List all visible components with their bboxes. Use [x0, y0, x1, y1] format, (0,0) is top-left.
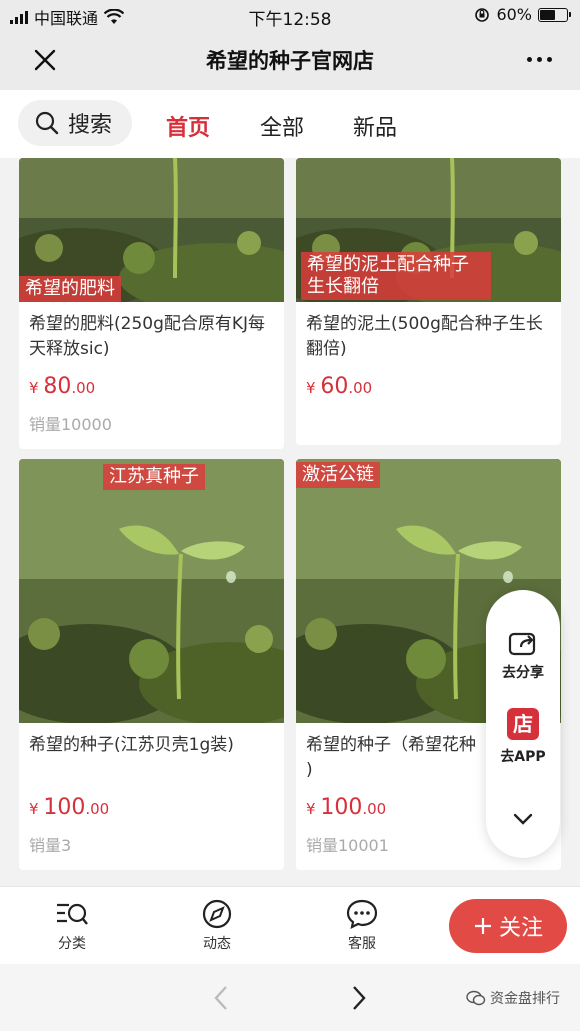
product-price: ¥ 80.00 [29, 374, 96, 399]
product-price: ¥ 100.00 [29, 795, 110, 820]
tab-new[interactable]: 新品 [353, 110, 397, 142]
battery-fill [540, 9, 555, 20]
share-button[interactable]: 去分享 [486, 630, 560, 682]
product-price: ¥ 60.00 [306, 374, 373, 399]
bottom-toolbar: 分类 动态 客服 关注 [0, 886, 580, 964]
open-app-button[interactable]: 店 去APP [486, 708, 560, 766]
product-name: 希望的泥土(500g配合种子生长翻倍) [306, 314, 543, 359]
product-image: 江苏真种子 [19, 459, 284, 723]
product-image: 希望的肥料 [19, 158, 284, 302]
product-sales: 销量10000 [29, 415, 112, 434]
forward-icon[interactable] [350, 984, 368, 1012]
search-icon [35, 111, 59, 135]
category-icon [57, 903, 88, 925]
status-right: 60% [474, 5, 571, 24]
floating-action-panel: 去分享 店 去APP [486, 590, 560, 858]
follow-button[interactable]: 关注 [449, 899, 567, 953]
wechat-icon [466, 990, 486, 1006]
search-button[interactable]: 搜索 [18, 100, 132, 146]
product-tag: 江苏真种子 [103, 464, 205, 490]
battery-icon [538, 7, 571, 22]
product-card[interactable]: 希望的泥土配合种子生长翻倍 希望的泥土(500g配合种子生长翻倍) ¥ 60.0… [296, 158, 561, 445]
share-icon [508, 632, 536, 656]
shop-nav: 搜索 首页 全部 新品 [0, 90, 580, 158]
page-title: 希望的种子官网店 [206, 49, 374, 73]
more-icon[interactable] [527, 57, 552, 62]
product-tag: 希望的肥料 [19, 276, 121, 302]
customer-service-button[interactable]: 客服 [322, 899, 402, 953]
status-bar: 中国联通 下午12:58 60% [0, 0, 580, 30]
chat-icon [346, 899, 378, 929]
chevron-down-icon[interactable] [512, 812, 534, 826]
feed-button[interactable]: 动态 [177, 899, 257, 953]
plus-icon [474, 918, 491, 934]
back-icon[interactable] [212, 984, 230, 1012]
product-tag: 激活公链 [296, 462, 380, 488]
browser-toolbar: 资金盘排行 [0, 964, 580, 1031]
category-button[interactable]: 分类 [32, 899, 112, 953]
tab-home[interactable]: 首页 [166, 110, 210, 142]
compass-icon [202, 899, 232, 929]
title-bar: 希望的种子官网店 [0, 30, 580, 90]
product-card[interactable]: 江苏真种子 希望的种子(江苏贝壳1g装) ¥ 100.00 销量3 [19, 459, 284, 870]
watermark: 资金盘排行 [466, 988, 560, 1008]
product-tag: 希望的泥土配合种子生长翻倍 [301, 252, 491, 300]
product-image: 希望的泥土配合种子生长翻倍 [296, 158, 561, 302]
tab-all[interactable]: 全部 [260, 110, 304, 142]
battery-percent: 60% [496, 5, 532, 24]
product-sales: 销量3 [29, 836, 72, 855]
product-sales [296, 411, 561, 431]
shop-app-icon: 店 [507, 708, 539, 740]
product-card[interactable]: 希望的肥料 希望的肥料(250g配合原有KJ每天释放sic) ¥ 80.00 销… [19, 158, 284, 449]
product-name: 希望的种子(江苏贝壳1g装) [29, 735, 234, 755]
rotation-lock-icon [475, 7, 490, 22]
product-name: 希望的肥料(250g配合原有KJ每天释放sic) [29, 314, 266, 359]
search-label: 搜索 [68, 113, 113, 138]
